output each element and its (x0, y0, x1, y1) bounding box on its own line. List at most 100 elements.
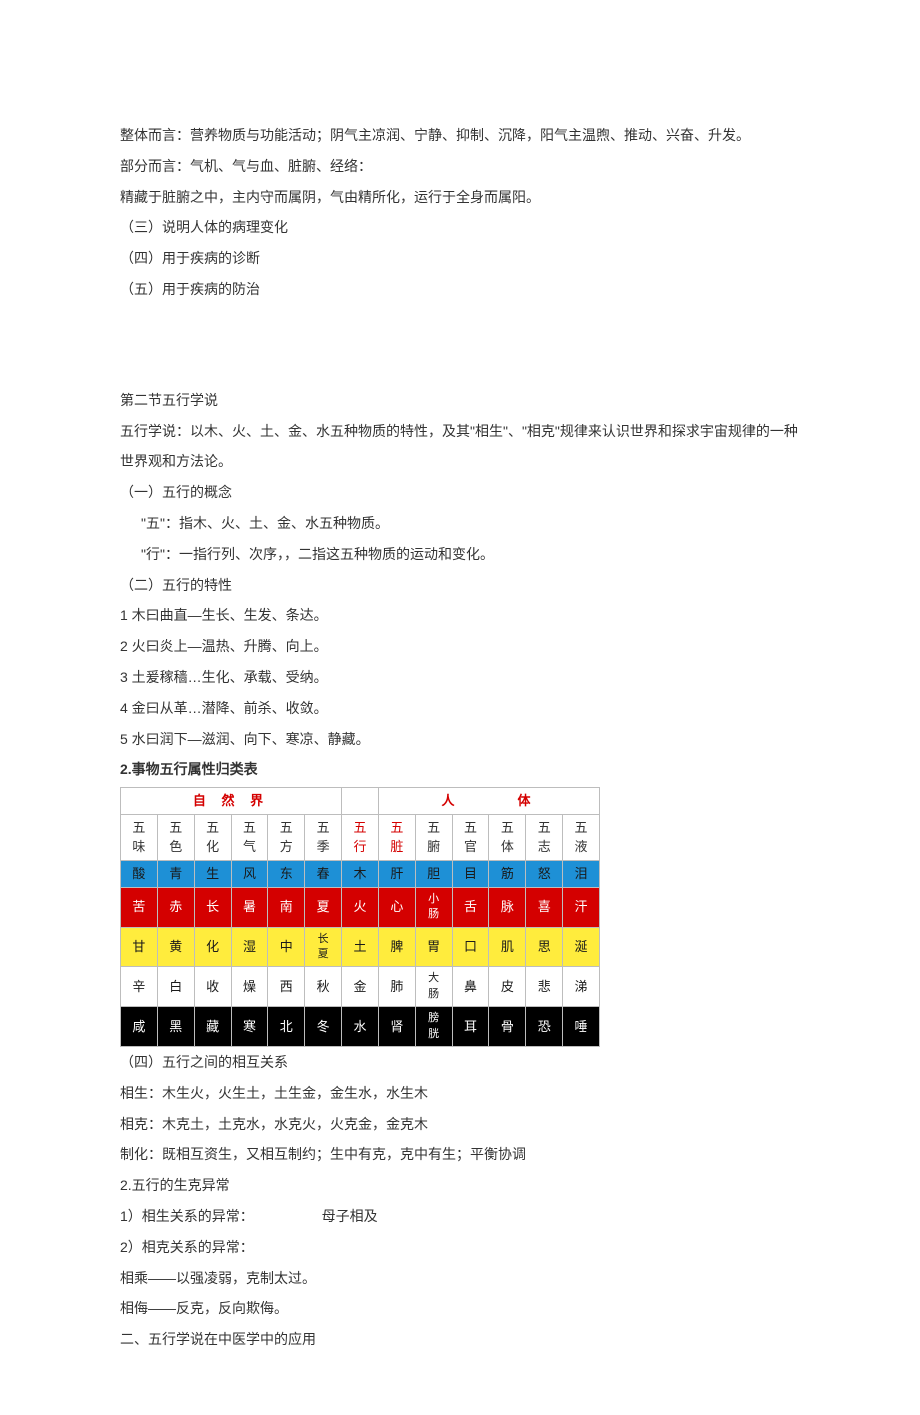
paragraph: （四）用于疾病的诊断 (120, 243, 800, 274)
table-cell: 长夏 (305, 927, 342, 967)
table-column-header: 五气 (231, 815, 268, 860)
table-column-header: 五行 (342, 815, 379, 860)
paragraph: 2）相克关系的异常： (120, 1232, 800, 1263)
table-cell: 冬 (305, 1007, 342, 1047)
table-cell: 北 (268, 1007, 305, 1047)
paragraph: 制化：既相互资生，又相互制约；生中有克，克中有生；平衡协调 (120, 1139, 800, 1170)
table-cell: 湿 (231, 927, 268, 967)
list-item: 2 火曰炎上—温热、升腾、向上。 (120, 631, 800, 662)
paragraph: 精藏于脏腑之中，主内守而属阴，气由精所化，运行于全身而属阳。 (120, 182, 800, 213)
paragraph: 1）相生关系的异常： 母子相及 (120, 1201, 800, 1232)
paragraph: （五）用于疾病的防治 (120, 274, 800, 305)
table-cell: 怒 (526, 860, 563, 887)
table-cell: 辛 (121, 967, 158, 1007)
table-cell: 大肠 (415, 967, 452, 1007)
table-cell: 口 (452, 927, 489, 967)
table-cell: 咸 (121, 1007, 158, 1047)
table-cell: 东 (268, 860, 305, 887)
table-cell: 木 (342, 860, 379, 887)
table-cell: 金 (342, 967, 379, 1007)
table-cell: 肾 (378, 1007, 415, 1047)
table-column-header: 五体 (489, 815, 526, 860)
table-cell: 喜 (526, 887, 563, 927)
table-cell: 收 (194, 967, 231, 1007)
table-column-header: 五色 (157, 815, 194, 860)
list-item: 5 水曰润下—滋润、向下、寒凉、静藏。 (120, 724, 800, 755)
table-cell: 酸 (121, 860, 158, 887)
table-cell: 舌 (452, 887, 489, 927)
table-cell: 秋 (305, 967, 342, 1007)
table-cell: 南 (268, 887, 305, 927)
table-column-header: 五液 (563, 815, 600, 860)
table-cell: 火 (342, 887, 379, 927)
table-column-header: 五季 (305, 815, 342, 860)
table-row: 咸黑藏寒北冬水肾膀胱耳骨恐唾 (121, 1007, 600, 1047)
table-column-header: 五志 (526, 815, 563, 860)
table-cell: 悲 (526, 967, 563, 1007)
table-cell: 胃 (415, 927, 452, 967)
paragraph: 相生：木生火，火生土，土生金，金生水，水生木 (120, 1078, 800, 1109)
list-item: 1 木曰曲直—生长、生发、条达。 (120, 600, 800, 631)
table-cell: 甘 (121, 927, 158, 967)
subheading: （二）五行的特性 (120, 570, 800, 601)
table-row: 辛白收燥西秋金肺大肠鼻皮悲涕 (121, 967, 600, 1007)
table-cell: 胆 (415, 860, 452, 887)
table-cell: 长 (194, 887, 231, 927)
table-cell: 寒 (231, 1007, 268, 1047)
table-cell: 唾 (563, 1007, 600, 1047)
table-cell: 目 (452, 860, 489, 887)
text: 母子相及 (322, 1208, 378, 1224)
paragraph: 五行学说：以木、火、土、金、水五种物质的特性，及其"相生"、"相克"规律来认识世… (120, 416, 800, 478)
paragraph: 相乘——以强凌弱，克制太过。 (120, 1263, 800, 1294)
paragraph: 二、五行学说在中医学中的应用 (120, 1324, 800, 1355)
table-cell: 汗 (563, 887, 600, 927)
wuxing-table: 自 然 界人 体 五味五色五化五气五方五季五行五脏五腑五官五体五志五液 酸青生风… (120, 787, 600, 1047)
table-group-row: 自 然 界人 体 (121, 788, 600, 815)
table-cell: 燥 (231, 967, 268, 1007)
table-cell: 脉 (489, 887, 526, 927)
table-column-header: 五方 (268, 815, 305, 860)
paragraph: 2.五行的生克异常 (120, 1170, 800, 1201)
table-cell: 生 (194, 860, 231, 887)
table-head: 自 然 界人 体 五味五色五化五气五方五季五行五脏五腑五官五体五志五液 (121, 788, 600, 861)
table-group-header (342, 788, 379, 815)
table-cell: 皮 (489, 967, 526, 1007)
table-cell: 风 (231, 860, 268, 887)
table-body: 酸青生风东春木肝胆目筋怒泪苦赤长暑南夏火心小肠舌脉喜汗甘黄化湿中长夏土脾胃口肌思… (121, 860, 600, 1046)
table-cell: 西 (268, 967, 305, 1007)
table-title: 2.事物五行属性归类表 (120, 754, 800, 785)
table-cell: 肌 (489, 927, 526, 967)
paragraph: 相侮——反克，反向欺侮。 (120, 1293, 800, 1324)
table-row: 甘黄化湿中长夏土脾胃口肌思涎 (121, 927, 600, 967)
paragraph: 部分而言：气机、气与血、脏腑、经络： (120, 151, 800, 182)
section-title: 第二节五行学说 (120, 385, 800, 416)
table-column-header: 五腑 (415, 815, 452, 860)
document-body: 整体而言：营养物质与功能活动；阴气主凉润、宁静、抑制、沉降，阳气主温煦、推动、兴… (120, 120, 800, 1355)
table-cell: 涕 (563, 967, 600, 1007)
table-cell: 恐 (526, 1007, 563, 1047)
table-cell: 心 (378, 887, 415, 927)
table-cell: 脾 (378, 927, 415, 967)
table-cell: 肝 (378, 860, 415, 887)
table-cell: 暑 (231, 887, 268, 927)
table-column-header: 五味 (121, 815, 158, 860)
table-cell: 藏 (194, 1007, 231, 1047)
paragraph: 整体而言：营养物质与功能活动；阴气主凉润、宁静、抑制、沉降，阳气主温煦、推动、兴… (120, 120, 800, 151)
table-cell: 黑 (157, 1007, 194, 1047)
list-item: 4 金曰从革…潜降、前杀、收敛。 (120, 693, 800, 724)
paragraph: "五"：指木、火、土、金、水五种物质。 (120, 508, 800, 539)
table-column-header: 五脏 (378, 815, 415, 860)
table-cell: 白 (157, 967, 194, 1007)
table-cell: 苦 (121, 887, 158, 927)
table-cell: 水 (342, 1007, 379, 1047)
table-column-header: 五化 (194, 815, 231, 860)
table-cell: 肺 (378, 967, 415, 1007)
table-cell: 鼻 (452, 967, 489, 1007)
table-cell: 涎 (563, 927, 600, 967)
table-cell: 土 (342, 927, 379, 967)
table-row: 酸青生风东春木肝胆目筋怒泪 (121, 860, 600, 887)
table-cell: 赤 (157, 887, 194, 927)
table-cell: 耳 (452, 1007, 489, 1047)
table-group-header: 自 然 界 (121, 788, 342, 815)
paragraph: "行"：一指行列、次序，，二指这五种物质的运动和变化。 (120, 539, 800, 570)
